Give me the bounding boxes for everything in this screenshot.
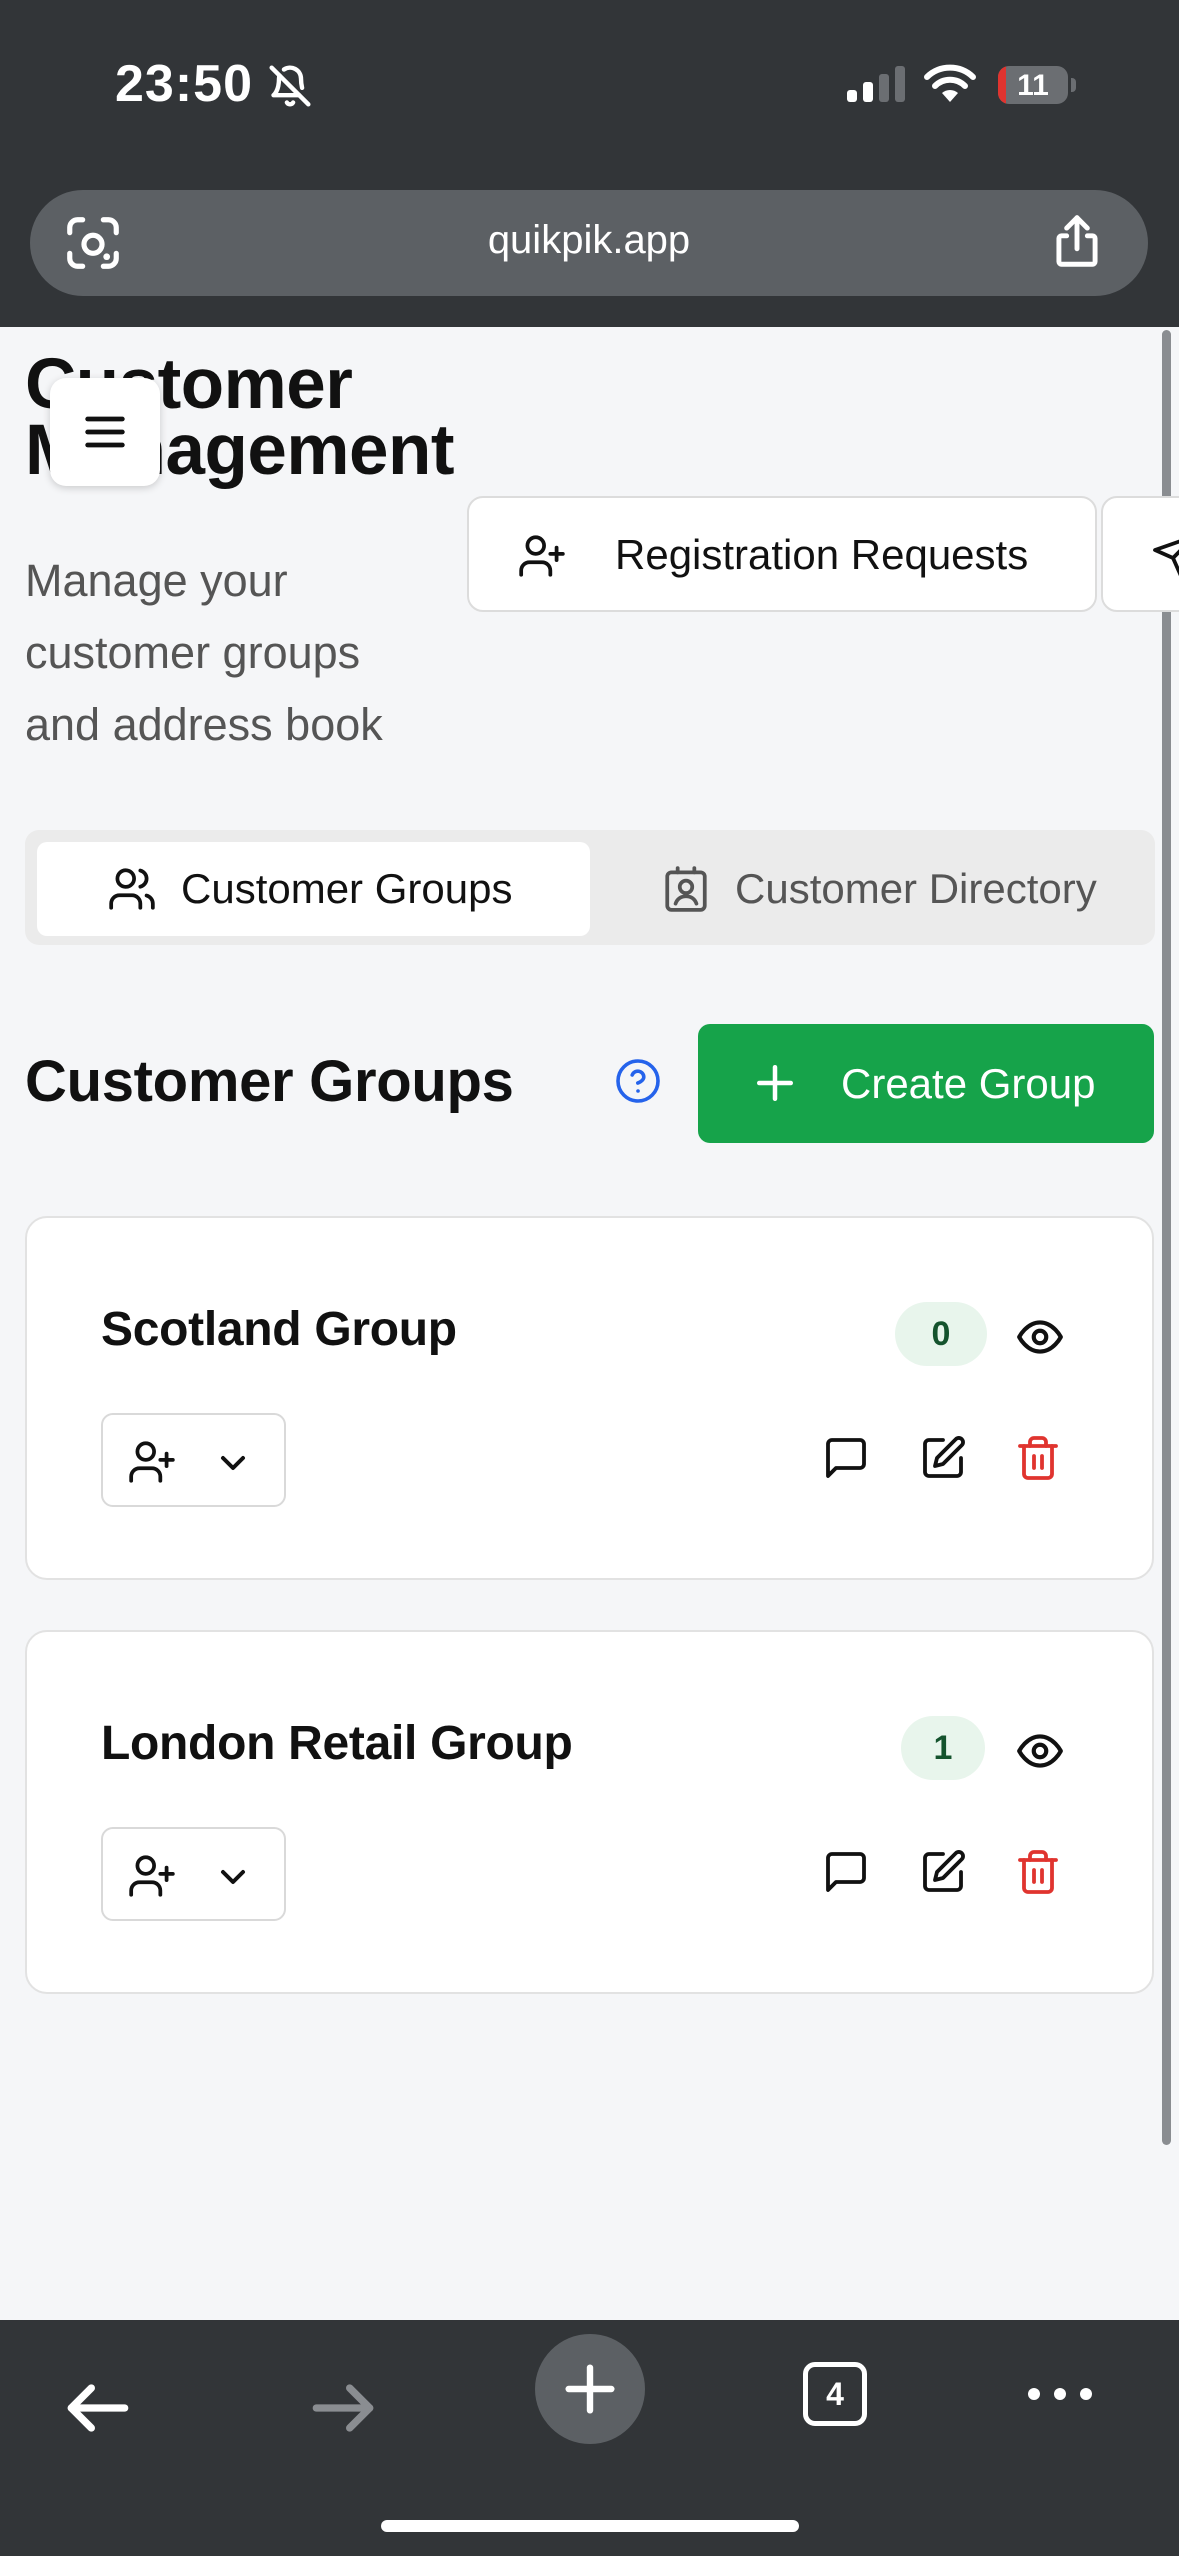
plus-icon [565,2364,615,2414]
plus-icon [757,1065,793,1101]
browser-top-chrome: 23:50 11 quikpik.app [0,0,1179,327]
add-customer-dropdown[interactable] [101,1413,286,1507]
arrow-left-icon [67,2384,129,2432]
url-text[interactable]: quikpik.app [30,218,1148,263]
battery-indicator: 11 [998,66,1068,104]
view-eye-icon[interactable] [1015,1726,1065,1776]
member-count-badge: 1 [901,1716,985,1780]
tab-customer-directory[interactable]: Customer Directory [615,842,1155,936]
hamburger-menu-icon [85,416,125,448]
group-card: Scotland Group 0 [25,1216,1154,1580]
arrow-right-icon [312,2384,374,2432]
address-bar[interactable]: quikpik.app [30,190,1148,296]
contact-card-icon [665,866,707,912]
customer-tabs: Customer Groups Customer Directory [25,830,1155,945]
member-count-badge: 0 [895,1302,987,1366]
wifi-icon [924,64,976,102]
bell-muted-icon [269,65,311,107]
battery-tip [1071,78,1076,92]
delete-trash-icon[interactable] [1014,1848,1062,1896]
section-title: Customer Groups [25,1049,514,1114]
home-indicator[interactable] [381,2520,799,2532]
group-name: London Retail Group [101,1717,573,1770]
message-icon[interactable] [822,1434,870,1482]
edit-icon[interactable] [919,1848,967,1896]
new-tab-button[interactable] [535,2334,645,2444]
back-button[interactable] [50,2360,146,2456]
group-card: London Retail Group 1 [25,1630,1154,1994]
add-customer-dropdown[interactable] [101,1827,286,1921]
page-subtitle: Manage your customer groups and address … [25,555,383,750]
more-options-button[interactable] [1010,2354,1110,2434]
forward-button[interactable] [295,2360,391,2456]
create-group-label: Create Group [841,1060,1096,1107]
help-icon[interactable] [614,1057,662,1105]
user-plus-icon [129,1855,175,1897]
tab-customer-directory-label: Customer Directory [735,865,1097,912]
status-time: 23:50 [115,55,253,113]
battery-percent: 11 [1017,69,1049,102]
tab-customer-groups-label: Customer Groups [181,865,513,912]
ellipsis-icon [1028,2388,1092,2400]
registration-requests-button[interactable]: Registration Requests [467,496,1097,612]
user-plus-icon [519,535,565,577]
send-icon [1153,539,1179,577]
tab-switcher-button[interactable]: 4 [795,2354,875,2434]
share-icon[interactable] [1046,210,1108,272]
tab-customer-groups[interactable]: Customer Groups [37,842,590,936]
chevron-down-icon [221,1456,245,1470]
chevron-down-icon [221,1870,245,1884]
menu-button[interactable] [50,378,160,486]
tab-count: 4 [803,2362,867,2426]
users-icon [109,868,155,910]
cellular-signal-icon [847,66,905,102]
user-plus-icon [129,1441,175,1483]
edit-icon[interactable] [919,1434,967,1482]
delete-trash-icon[interactable] [1014,1434,1062,1482]
group-name: Scotland Group [101,1303,457,1356]
create-group-button[interactable]: Create Group [698,1024,1154,1143]
send-invite-button[interactable] [1101,496,1179,612]
message-icon[interactable] [822,1848,870,1896]
view-eye-icon[interactable] [1015,1312,1065,1362]
registration-requests-label: Registration Requests [615,531,1029,578]
